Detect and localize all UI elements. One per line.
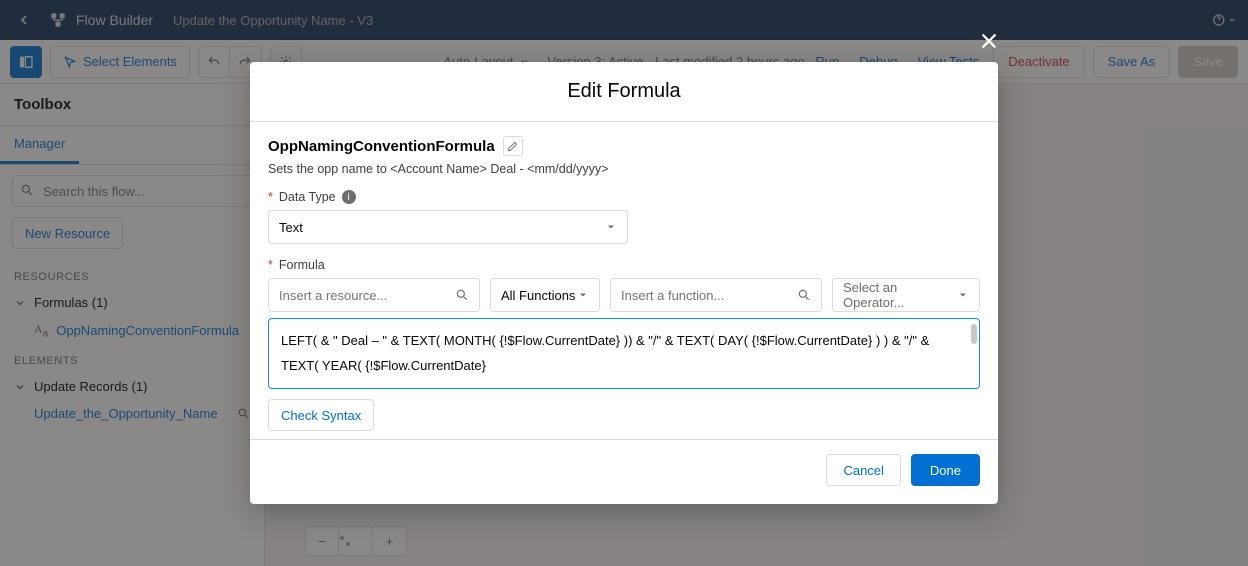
search-icon xyxy=(455,288,469,302)
operator-select[interactable]: Select an Operator... xyxy=(832,278,980,312)
insert-resource-input[interactable] xyxy=(279,288,455,303)
cancel-button[interactable]: Cancel xyxy=(826,454,900,486)
modal-title: Edit Formula xyxy=(250,62,998,122)
function-category-label: All Functions xyxy=(501,288,575,303)
done-button[interactable]: Done xyxy=(911,454,980,486)
info-icon[interactable]: i xyxy=(342,190,356,204)
scrollbar[interactable] xyxy=(971,324,977,383)
operator-placeholder: Select an Operator... xyxy=(843,280,957,310)
formula-name: OppNamingConventionFormula xyxy=(268,138,495,155)
formula-textarea[interactable]: LEFT( & " Deal – " & TEXT( MONTH( {!$Flo… xyxy=(268,318,980,389)
formula-label: *Formula xyxy=(268,258,980,272)
insert-function-input[interactable] xyxy=(621,288,797,303)
edit-formula-modal: Edit Formula OppNamingConventionFormula … xyxy=(250,62,998,504)
edit-name-button[interactable] xyxy=(503,136,523,156)
data-type-select[interactable]: Text xyxy=(268,210,628,244)
insert-resource-combo[interactable] xyxy=(268,278,480,312)
chevron-down-icon xyxy=(577,289,589,301)
data-type-value: Text xyxy=(279,220,303,235)
check-syntax-button[interactable]: Check Syntax xyxy=(268,399,374,431)
insert-function-combo[interactable] xyxy=(610,278,822,312)
data-type-label: *Data Type i xyxy=(268,190,980,204)
chevron-down-icon xyxy=(605,221,617,233)
function-category-select[interactable]: All Functions xyxy=(490,278,600,312)
modal-close-button[interactable] xyxy=(978,30,1000,52)
search-icon xyxy=(797,288,811,302)
formula-description: Sets the opp name to <Account Name> Deal… xyxy=(268,162,980,176)
chevron-down-icon xyxy=(957,289,969,301)
